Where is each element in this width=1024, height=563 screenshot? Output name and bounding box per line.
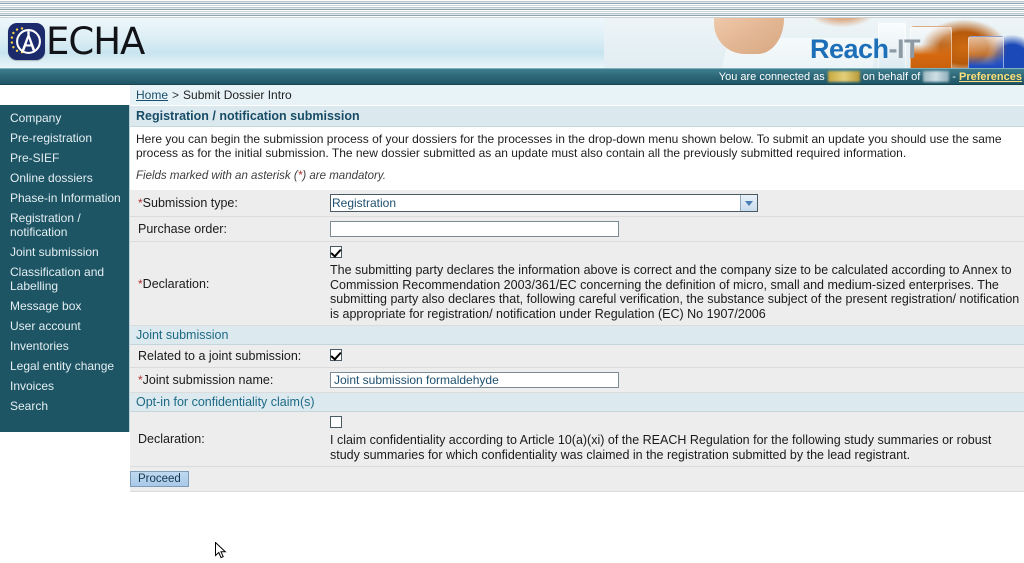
on-behalf-of-label: on behalf of <box>862 70 921 83</box>
breadcrumb-separator: > <box>172 88 180 102</box>
page-root: ECHA Reach-IT You are connected as on be… <box>0 0 1024 563</box>
declaration-label-cell: *Declaration: <box>130 241 328 326</box>
page-title: Registration / notification submission <box>130 105 1024 127</box>
sidebar-item-search[interactable]: Search <box>0 396 129 416</box>
breadcrumb-current: Submit Dossier Intro <box>183 88 292 102</box>
sidebar-item-inventories[interactable]: Inventories <box>0 336 129 356</box>
optin-declaration-label: Declaration: <box>138 432 205 446</box>
sidebar-item-classification-and-labelling[interactable]: Classification and Labelling <box>0 262 129 296</box>
related-joint-field-cell <box>328 344 1024 368</box>
submission-type-label: Submission type: <box>142 196 238 210</box>
submission-type-select[interactable]: Registration <box>330 194 758 212</box>
optin-declaration-field-cell: I claim confidentiality according to Art… <box>328 411 1024 467</box>
sidebar-item-pre-registration[interactable]: Pre-registration <box>0 128 129 148</box>
row-purchase-order: Purchase order: <box>130 216 1024 242</box>
submission-type-select-wrap: Registration <box>330 194 758 212</box>
row-proceed-button: Proceed <box>130 466 1024 492</box>
breadcrumb-home-link[interactable]: Home <box>136 88 168 102</box>
section-header-joint-submission: Joint submission <box>130 325 1024 345</box>
row-submission-type: *Submission type: Registration <box>130 189 1024 217</box>
sidebar-item-user-account[interactable]: User account <box>0 316 129 336</box>
site-banner: ECHA Reach-IT <box>0 18 1024 68</box>
submission-form: *Submission type: Registration Purchase … <box>130 189 1024 492</box>
connected-company-redacted <box>923 71 950 82</box>
connection-status-bar: You are connected as on behalf of - Pref… <box>0 68 1024 85</box>
mandatory-note-after: ) are mandatory. <box>302 170 386 182</box>
connection-separator: - <box>952 70 956 83</box>
row-related-joint-submission: Related to a joint submission: <box>130 344 1024 368</box>
proceed-button[interactable]: Proceed <box>130 471 189 487</box>
sidebar-nav: Company Pre-registration Pre-SIEF Online… <box>0 105 130 432</box>
purchase-order-label: Purchase order: <box>138 222 227 236</box>
row-joint-submission-name: *Joint submission name: <box>130 367 1024 393</box>
proceed-button-cell: Proceed <box>130 466 1024 492</box>
sidebar-item-invoices[interactable]: Invoices <box>0 376 129 396</box>
submission-type-label-cell: *Submission type: <box>130 189 328 217</box>
sidebar-item-online-dossiers[interactable]: Online dossiers <box>0 168 129 188</box>
echa-wordmark: ECHA <box>46 20 145 63</box>
preferences-link[interactable]: Preferences <box>959 71 1022 83</box>
row-declaration: *Declaration: The submitting party decla… <box>130 241 1024 326</box>
echa-logo-mark <box>8 23 45 60</box>
declaration-field-cell: The submitting party declares the inform… <box>328 241 1024 326</box>
intro-paragraph: Here you can begin the submission proces… <box>136 132 1002 160</box>
related-joint-label-cell: Related to a joint submission: <box>130 344 328 368</box>
sidebar-item-phase-in-information[interactable]: Phase-in Information <box>0 188 129 208</box>
sidebar-item-registration-notification[interactable]: Registration / notification <box>0 208 129 242</box>
echa-a-glyph-icon <box>16 29 41 54</box>
reach-it-part1: Reach <box>809 34 889 64</box>
main-content: Registration / notification submission H… <box>130 105 1024 563</box>
purchase-order-field-cell <box>328 216 1024 242</box>
purchase-order-label-cell: Purchase order: <box>130 216 328 242</box>
banner-blue-flask-icon <box>968 36 1004 68</box>
sidebar-item-message-box[interactable]: Message box <box>0 296 129 316</box>
joint-name-field-cell <box>328 367 1024 393</box>
reach-it-wordmark: Reach-IT <box>809 34 921 65</box>
reach-it-part2: -IT <box>888 34 921 64</box>
optin-declaration-label-cell: Declaration: <box>130 411 328 467</box>
purchase-order-input[interactable] <box>330 221 619 237</box>
joint-submission-section-title: Joint submission <box>130 325 1024 345</box>
section-header-optin: Opt-in for confidentiality claim(s) <box>130 392 1024 412</box>
declaration-text: The submitting party declares the inform… <box>330 263 1020 321</box>
related-joint-submission-checkbox[interactable] <box>330 349 342 361</box>
joint-submission-name-input[interactable] <box>330 372 619 388</box>
sidebar-item-legal-entity-change[interactable]: Legal entity change <box>0 356 129 376</box>
breadcrumb: Home > Submit Dossier Intro <box>130 85 1024 105</box>
optin-declaration-text: I claim confidentiality according to Art… <box>330 433 992 462</box>
sidebar-item-joint-submission[interactable]: Joint submission <box>0 242 129 262</box>
connected-username-redacted <box>827 71 860 82</box>
related-joint-label: Related to a joint submission: <box>138 349 302 363</box>
mandatory-note-before: Fields marked with an asterisk ( <box>136 170 298 182</box>
optin-declaration-checkbox[interactable] <box>330 416 342 428</box>
echa-logo[interactable]: ECHA <box>8 20 145 63</box>
submission-type-field-cell: Registration <box>328 189 1024 217</box>
declaration-label: Declaration: <box>142 276 210 291</box>
connected-as-prefix: You are connected as <box>718 70 825 83</box>
row-optin-declaration: Declaration: I claim confidentiality acc… <box>130 411 1024 467</box>
optin-section-title: Opt-in for confidentiality claim(s) <box>130 392 1024 412</box>
sidebar-item-pre-sief[interactable]: Pre-SIEF <box>0 148 129 168</box>
joint-submission-name-label: Joint submission name: <box>142 373 274 387</box>
declaration-checkbox[interactable] <box>330 246 342 258</box>
top-stripe-decoration <box>0 0 1024 18</box>
sidebar-item-company[interactable]: Company <box>0 108 129 128</box>
joint-name-label-cell: *Joint submission name: <box>130 367 328 393</box>
mandatory-fields-note: Fields marked with an asterisk (*) are m… <box>130 160 1024 189</box>
